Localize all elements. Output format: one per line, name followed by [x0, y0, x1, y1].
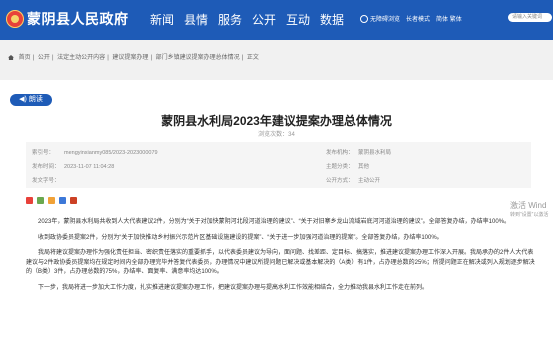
scope-value: 主动公开 — [358, 178, 381, 184]
qzone-share-icon[interactable] — [48, 197, 55, 204]
accessible-browse-link[interactable]: 无障碍浏览 — [360, 14, 400, 24]
nav-item-data[interactable]: 数据 — [315, 11, 349, 28]
header-toolbar: 无障碍浏览 长者模式 简体 繁体 — [360, 14, 462, 24]
breadcrumb-proposals[interactable]: 建议提案办理 — [112, 55, 148, 61]
article-body: 2023年，蒙阴县水利局共收到人大代表建议2件，分别为“关于对加快蒙阴河北段河道… — [26, 218, 536, 299]
weibo-share-icon[interactable] — [26, 197, 33, 204]
paragraph: 收到政协委员提案2件，分别为“关于加快推动乡村振兴示范片区基础设施建设的提案”、… — [38, 234, 443, 241]
nav-item-public[interactable]: 公开 — [247, 11, 281, 28]
language-switch[interactable]: 简体 繁体 — [436, 14, 462, 23]
view-count: 浏览次数：34 — [258, 132, 295, 138]
article-panel: ◀) 朗读 蒙阴县水利局2023年建议提案办理总体情况 浏览次数：34 索引号：… — [0, 80, 553, 343]
breadcrumb-department[interactable]: 部门乡镇建议提案办理总体情况 — [156, 55, 240, 61]
qq-share-icon[interactable] — [59, 197, 66, 204]
paragraph: 我局将建议提案办理作为强化责任担当、密织责任落实的重要抓手，以代表委员建议为导向… — [26, 250, 535, 275]
pub-org-label: 发布机构： — [326, 150, 354, 156]
breadcrumb: 首页 | 公开 | 法定主动公开内容 | 建议提案办理 | 部门乡镇建议提案办理总体情况… — [8, 52, 259, 61]
scope-label: 公开方式： — [326, 178, 354, 184]
site-title[interactable]: 蒙阴县人民政府 — [27, 9, 129, 29]
breadcrumb-public[interactable]: 公开 — [38, 55, 50, 61]
doc-number-label: 发文字号： — [32, 178, 60, 184]
site-header: 蒙阴县人民政府 新闻 县情 服务 公开 互动 数据 无障碍浏览 长者模式 简体 … — [0, 0, 553, 40]
topic-label: 主题分类： — [326, 164, 354, 170]
activation-watermark: 激活 Wind — [510, 201, 547, 210]
breadcrumb-statutory[interactable]: 法定主动公开内容 — [57, 55, 105, 61]
paragraph: 2023年，蒙阴县水利局共收到人大代表建议2件，分别为“关于对加快蒙阴河北段河道… — [38, 219, 511, 225]
elderly-mode-link[interactable]: 长者模式 — [406, 14, 430, 23]
read-aloud-button[interactable]: ◀) 朗读 — [10, 94, 52, 106]
date-value: 2023-11-07 11:04:28 — [64, 164, 115, 170]
activation-watermark-hint: 转到“设置”以激活 — [510, 212, 549, 218]
nav-item-services[interactable]: 服务 — [213, 11, 247, 28]
main-nav: 新闻 县情 服务 公开 互动 数据 — [145, 11, 349, 28]
wechat-share-icon[interactable] — [37, 197, 44, 204]
share-bar — [26, 197, 77, 204]
metadata-table: 索引号： mengyinxianmy085/2023-2023000079 发布机… — [26, 142, 531, 188]
article-title: 蒙阴县水利局2023年建议提案办理总体情况 — [161, 114, 392, 128]
breadcrumb-current: 正文 — [246, 55, 259, 61]
index-label: 索引号： — [32, 150, 55, 156]
more-share-icon[interactable] — [70, 197, 77, 204]
nav-item-interaction[interactable]: 互动 — [281, 11, 315, 28]
pub-org-value: 蒙阴县水利局 — [358, 150, 392, 156]
index-value: mengyinxianmy085/2023-2023000079 — [64, 150, 158, 156]
paragraph: 下一步，我局将进一步加大工作力度，扎实推进建议提案办理工作，把建议提案办理与提高… — [38, 284, 429, 291]
nav-item-news[interactable]: 新闻 — [145, 11, 179, 28]
accessibility-icon — [360, 15, 368, 24]
nav-item-county-info[interactable]: 县情 — [179, 11, 213, 28]
home-icon — [8, 55, 14, 60]
breadcrumb-home[interactable]: 首页 — [19, 55, 31, 61]
date-label: 发布时间： — [32, 164, 60, 170]
search-input[interactable]: 请输入关键词 — [508, 13, 552, 22]
government-emblem-icon — [6, 10, 24, 28]
topic-value: 其他 — [358, 164, 370, 170]
